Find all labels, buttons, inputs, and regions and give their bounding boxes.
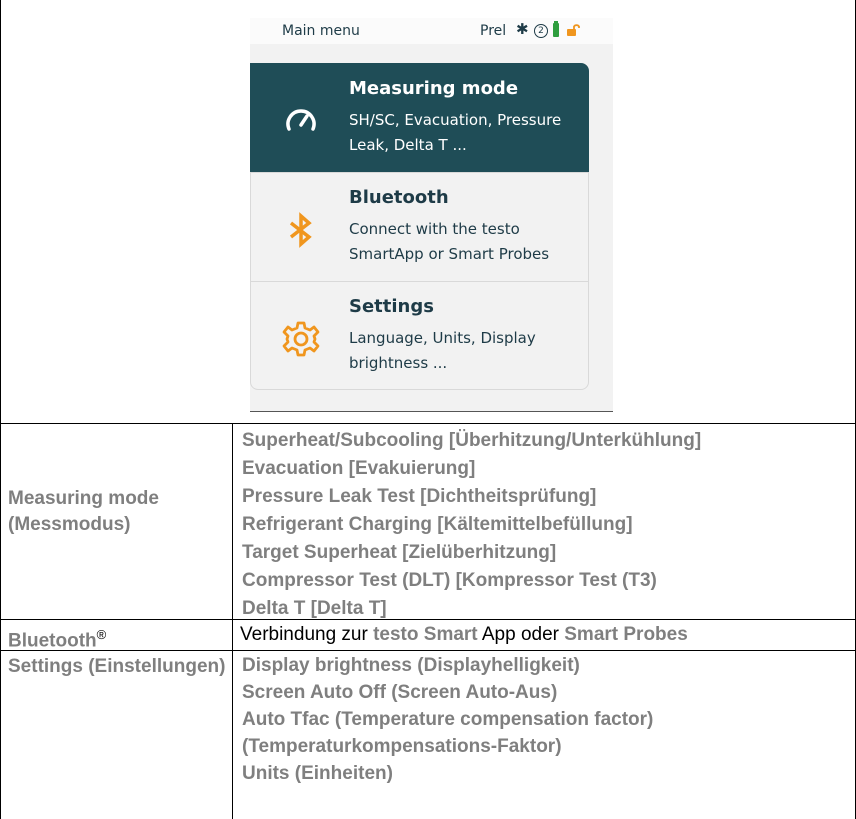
card-description: Connect with the testo SmartApp or Smart… xyxy=(349,220,550,263)
list-item: Target Superheat [Zielüberhitzung] xyxy=(242,542,557,563)
bluetooth-label: Bluetooth xyxy=(8,630,97,652)
list-item: Superheat/Subcooling [Überhitzung/Unterk… xyxy=(242,430,702,451)
list-item: Refrigerant Charging [Kältemittelbefüllu… xyxy=(242,514,633,535)
gauge-icon xyxy=(286,109,316,131)
document-table: Main menu Prel ✱ 2 Measuring mode SH/SC,… xyxy=(0,0,856,819)
battery-icon xyxy=(553,21,559,37)
circle-2-icon: 2 xyxy=(534,24,548,38)
registered-mark: ® xyxy=(96,627,107,642)
menu-card-bluetooth[interactable]: Bluetooth Connect with the testo SmartAp… xyxy=(250,172,589,283)
row-label-measuring-mode: Measuring mode (Messmodus) xyxy=(8,488,159,535)
list-item: Evacuation [Evakuierung] xyxy=(242,458,476,479)
measuring-mode-list: Superheat/Subcooling [Überhitzung/Unterk… xyxy=(242,427,852,623)
desc-highlight: Smart Probes xyxy=(564,624,688,645)
card-title: Measuring mode xyxy=(349,78,519,99)
bluetooth-icon xyxy=(289,212,312,248)
list-item: Screen Auto Off (Screen Auto-Aus) xyxy=(242,682,558,703)
menu-card-measuring-mode[interactable]: Measuring mode SH/SC, Evacuation, Pressu… xyxy=(250,63,589,172)
gear-icon xyxy=(282,321,320,357)
card-title: Settings xyxy=(349,296,434,317)
row-divider xyxy=(0,650,856,651)
list-item: Units (Einheiten) xyxy=(242,763,393,784)
status-bar: Main menu Prel ✱ 2 xyxy=(250,18,613,44)
lock-icon xyxy=(567,24,580,36)
card-description: SH/SC, Evacuation, Pressure Leak, Delta … xyxy=(349,111,562,154)
desc-highlight: testo Smart xyxy=(373,624,478,645)
bluetooth-icon: ✱ xyxy=(516,20,529,38)
row-label-settings: Settings (Einstellungen) xyxy=(8,656,226,677)
screen-bottom-line xyxy=(250,411,613,412)
list-item: Pressure Leak Test [Dichtheitsprüfung] xyxy=(242,486,597,507)
list-item: Compressor Test (DLT) [Kompressor Test (… xyxy=(242,570,657,591)
desc-text: App oder xyxy=(477,624,565,645)
card-description: Language, Units, Display brightness ... xyxy=(349,329,536,372)
settings-list: Display brightness (Displayhelligkeit) S… xyxy=(242,652,842,787)
card-title: Bluetooth xyxy=(349,187,449,208)
bluetooth-description: Verbindung zur testo Smart App oder Smar… xyxy=(240,621,688,649)
status-title: Main menu xyxy=(282,23,360,39)
status-prel: Prel xyxy=(480,23,507,39)
column-divider xyxy=(232,424,233,819)
list-item: Delta T [Delta T] xyxy=(242,598,387,619)
menu-card-settings[interactable]: Settings Language, Units, Display bright… xyxy=(250,281,589,390)
list-item: Auto Tfac (Temperature compensation fact… xyxy=(242,709,654,757)
row-divider xyxy=(0,423,856,424)
list-item: Display brightness (Displayhelligkeit) xyxy=(242,655,580,676)
row-label-bluetooth: Bluetooth® xyxy=(8,621,106,655)
table-border-left xyxy=(0,0,1,819)
desc-text: Verbindung zur xyxy=(240,624,374,645)
